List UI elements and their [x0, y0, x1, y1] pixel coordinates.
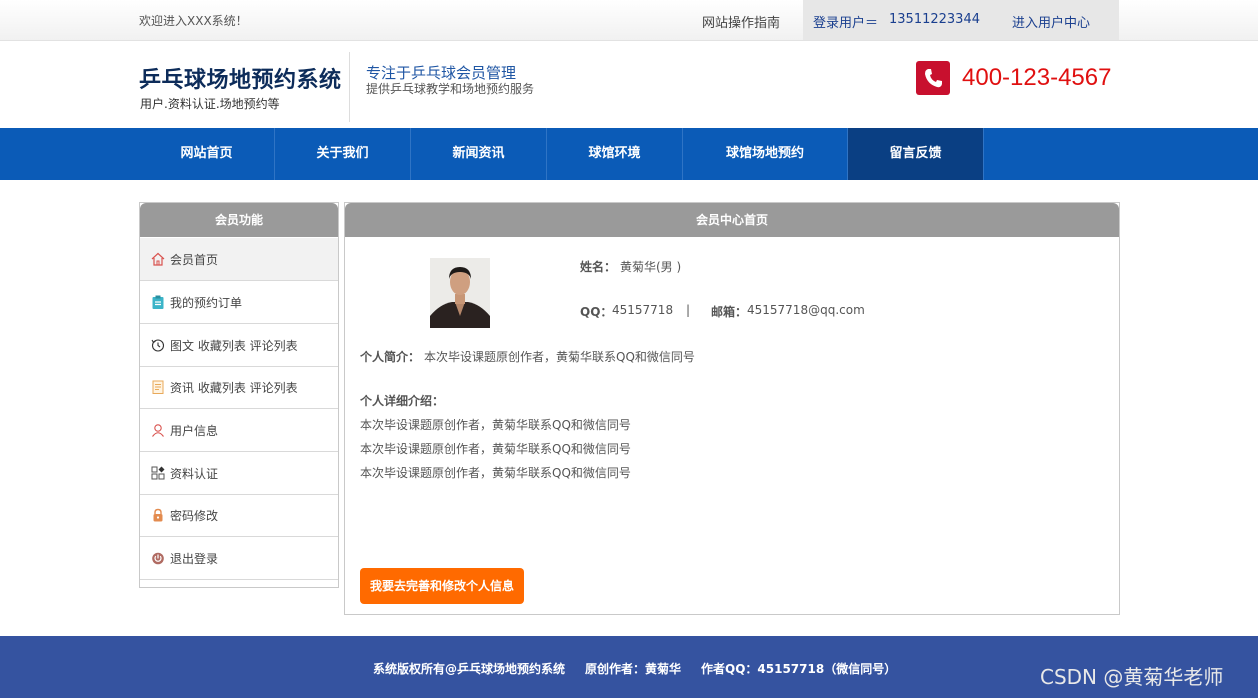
sidebar-item-label: 会员首页	[170, 253, 219, 267]
email-value: 45157718@qq.com	[747, 303, 865, 317]
nav-home[interactable]: 网站首页	[139, 128, 275, 180]
sidebar-item-news-lists[interactable]: 资讯 收藏列表 评论列表	[140, 366, 338, 409]
nav-about[interactable]: 关于我们	[275, 128, 411, 180]
sidebar-item-change-password[interactable]: 密码修改	[140, 494, 338, 537]
nav-feedback[interactable]: 留言反馈	[848, 128, 984, 180]
user-icon	[151, 423, 165, 437]
email-label: 邮箱：	[711, 305, 748, 319]
phone-icon	[916, 61, 950, 95]
info-separator: |	[686, 303, 691, 317]
qq-label: QQ：	[580, 305, 613, 319]
sidebar-item-label: 密码修改	[170, 509, 219, 523]
avatar	[430, 258, 490, 328]
intro-value: 本次毕设课题原创作者，黄菊华联系QQ和微信同号	[424, 350, 695, 364]
clipboard-icon	[151, 295, 165, 309]
sidebar-title: 会员功能	[140, 203, 338, 237]
name-label: 姓名：	[580, 260, 617, 274]
detail-label: 个人详细介绍：	[360, 394, 445, 408]
home-icon	[151, 252, 165, 266]
welcome-text: 欢迎进入XXX系统！	[139, 14, 248, 28]
panel-title: 会员中心首页	[345, 203, 1119, 237]
header-divider	[349, 52, 350, 122]
sidebar-item-user-info[interactable]: 用户信息	[140, 409, 338, 452]
sidebar-item-gallery-lists[interactable]: 图文 收藏列表 评论列表	[140, 324, 338, 367]
detail-line: 本次毕设课题原创作者，黄菊华联系QQ和微信同号	[360, 466, 631, 480]
history-icon	[151, 338, 165, 352]
detail-line: 本次毕设课题原创作者，黄菊华联系QQ和微信同号	[360, 442, 631, 456]
detail-line: 本次毕设课题原创作者，黄菊华联系QQ和微信同号	[360, 418, 631, 432]
login-user-phone: 13511223344	[889, 12, 980, 27]
user-center-link[interactable]: 进入用户中心	[1012, 12, 1090, 31]
site-guide-link[interactable]: 网站操作指南	[702, 12, 780, 31]
sidebar-item-label: 退出登录	[170, 552, 219, 566]
power-icon	[151, 551, 165, 565]
document-icon	[151, 380, 165, 394]
sidebar-item-label: 我的预约订单	[170, 296, 243, 310]
slogan-sub: 提供乒乓球教学和场地预约服务	[366, 82, 535, 96]
name-value: 黄菊华(男 )	[620, 260, 682, 274]
hotline-number: 400-123-4567	[962, 64, 1112, 91]
sidebar-item-my-bookings[interactable]: 我的预约订单	[140, 281, 338, 324]
sidebar-item-verification[interactable]: 资料认证	[140, 452, 338, 495]
footer-copyright: 系统版权所有@乒乓球场地预约系统	[373, 662, 566, 676]
intro-label: 个人简介：	[360, 350, 421, 364]
nav-environment[interactable]: 球馆环境	[547, 128, 683, 180]
site-subtitle: 用户.资料认证.场地预约等	[140, 97, 280, 111]
footer-qq: 作者QQ：45157718（微信同号）	[701, 662, 897, 676]
sidebar-item-label: 资料认证	[170, 467, 219, 481]
watermark: CSDN @黄菊华老师	[1040, 665, 1224, 689]
sidebar-item-label: 用户信息	[170, 424, 219, 438]
edit-profile-button[interactable]: 我要去完善和修改个人信息	[360, 568, 524, 604]
site-title: 乒乓球场地预约系统	[139, 68, 342, 93]
lock-icon	[151, 508, 165, 522]
footer-author: 原创作者：黄菊华	[585, 662, 682, 676]
sidebar-item-label: 图文 收藏列表 评论列表	[170, 339, 298, 353]
nav-news[interactable]: 新闻资讯	[411, 128, 547, 180]
login-user-label: 登录用户＝	[813, 16, 879, 31]
nav-booking[interactable]: 球馆场地预约	[683, 128, 848, 180]
sidebar-item-logout[interactable]: 退出登录	[140, 537, 338, 580]
sidebar-item-label: 资讯 收藏列表 评论列表	[170, 381, 298, 395]
grid-icon	[151, 466, 165, 480]
qq-value: 45157718	[612, 303, 674, 317]
sidebar-item-member-home[interactable]: 会员首页	[140, 238, 338, 281]
